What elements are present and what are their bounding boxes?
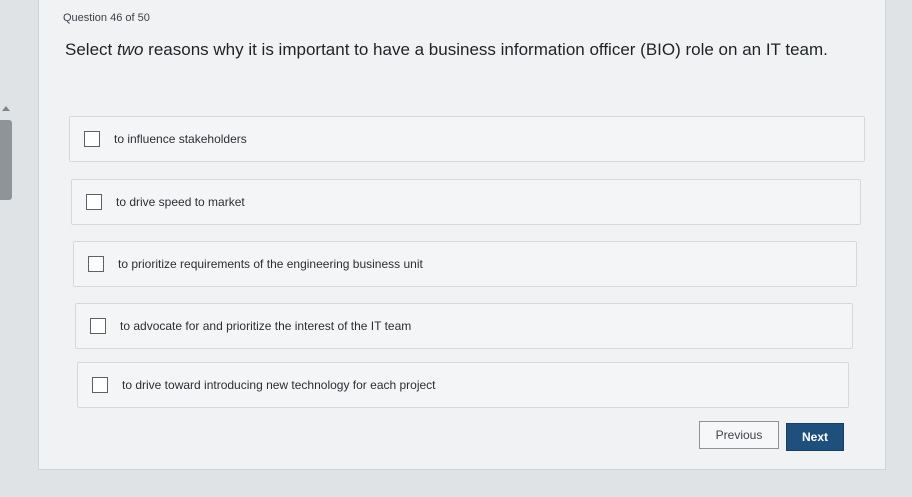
question-counter: Question 46 of 50 bbox=[63, 12, 150, 24]
prompt-text-start: Select bbox=[65, 40, 117, 59]
answer-option-label: to influence stakeholders bbox=[114, 132, 247, 146]
checkbox-icon[interactable] bbox=[92, 377, 108, 393]
answer-option-label: to drive speed to market bbox=[116, 195, 245, 209]
question-card: Question 46 of 50 Select two reasons why… bbox=[38, 0, 886, 470]
answer-option-label: to prioritize requirements of the engine… bbox=[118, 257, 423, 271]
answer-option-4[interactable]: to advocate for and prioritize the inter… bbox=[75, 303, 853, 349]
checkbox-icon[interactable] bbox=[84, 131, 100, 147]
checkbox-icon[interactable] bbox=[90, 318, 106, 334]
answer-option-label: to drive toward introducing new technolo… bbox=[122, 378, 436, 392]
previous-button[interactable]: Previous bbox=[699, 421, 779, 449]
scrollbar-thumb[interactable] bbox=[0, 120, 12, 200]
answer-option-5[interactable]: to drive toward introducing new technolo… bbox=[77, 362, 849, 408]
prompt-emphasis: two bbox=[116, 40, 144, 59]
answer-option-1[interactable]: to influence stakeholders bbox=[69, 116, 865, 162]
answer-option-2[interactable]: to drive speed to market bbox=[71, 179, 861, 225]
checkbox-icon[interactable] bbox=[86, 194, 102, 210]
next-button[interactable]: Next bbox=[786, 423, 844, 451]
answer-option-label: to advocate for and prioritize the inter… bbox=[120, 319, 412, 333]
scroll-up-arrow-icon[interactable] bbox=[2, 106, 10, 111]
answer-option-3[interactable]: to prioritize requirements of the engine… bbox=[73, 241, 857, 287]
checkbox-icon[interactable] bbox=[88, 256, 104, 272]
prompt-text-end: reasons why it is important to have a bu… bbox=[143, 40, 828, 59]
question-prompt: Select two reasons why it is important t… bbox=[65, 38, 865, 62]
